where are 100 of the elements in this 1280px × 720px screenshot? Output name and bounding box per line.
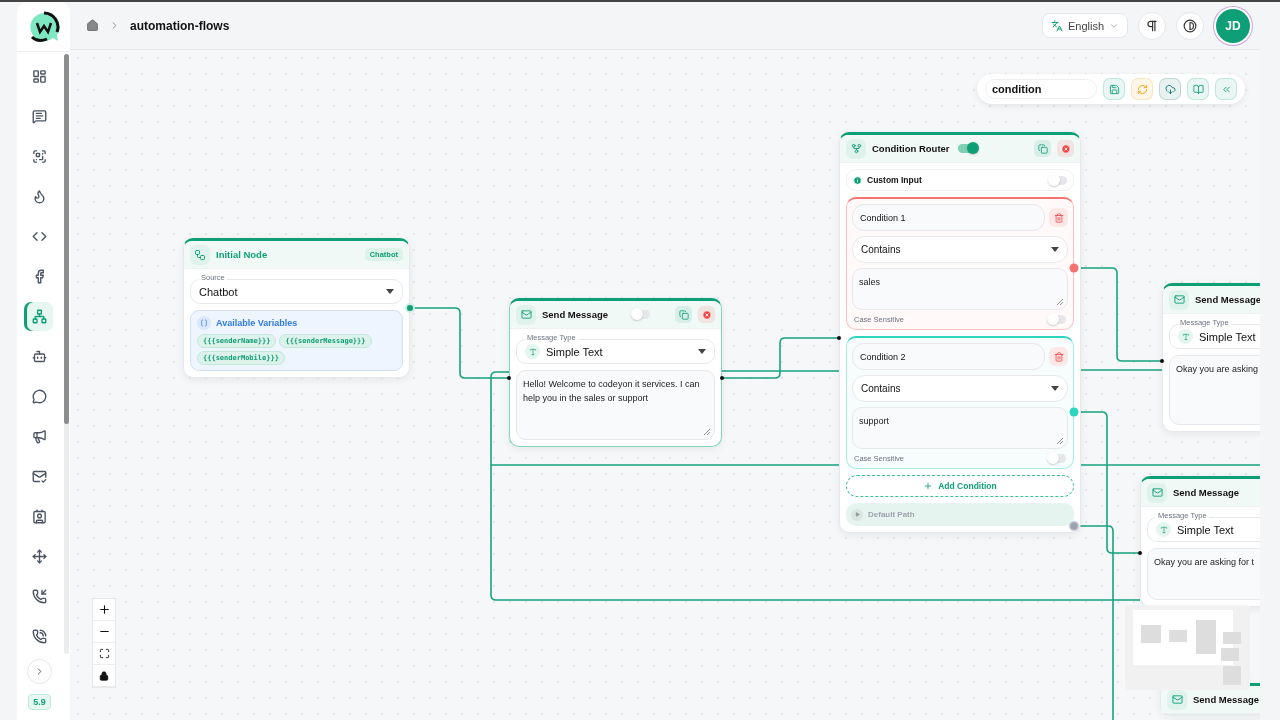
book-icon	[1192, 83, 1204, 95]
condition-value-field[interactable]: sales	[852, 268, 1068, 310]
node-title: Initial Node	[216, 249, 268, 260]
text-type-icon	[525, 344, 540, 359]
condition-handle[interactable]	[1069, 407, 1079, 417]
version-badge: 5.9	[28, 694, 51, 710]
plus-icon	[97, 603, 111, 616]
fit-view-icon	[98, 648, 110, 659]
nav-item[interactable]	[26, 302, 53, 331]
pilcrow-icon	[1145, 18, 1159, 33]
dropdown-caret-icon	[698, 349, 706, 354]
condition-name-field[interactable]: Condition 1	[852, 204, 1045, 231]
connection-handle[interactable]	[720, 376, 724, 380]
robot-icon	[32, 349, 47, 364]
default-path-label: Default Path	[868, 510, 915, 519]
close-icon	[701, 309, 712, 320]
contrast-icon	[1183, 18, 1197, 33]
save-icon	[1108, 83, 1120, 95]
copy-icon	[1037, 143, 1048, 154]
custom-input-label: Custom Input	[867, 175, 923, 185]
node-title: Send Message	[1195, 294, 1260, 305]
text-type-icon	[1156, 522, 1171, 537]
delete-button[interactable]	[1049, 208, 1068, 227]
operator-select[interactable]: Contains	[852, 236, 1068, 263]
close-icon	[1060, 143, 1071, 154]
mail-icon	[1169, 289, 1189, 310]
trash-icon	[1053, 351, 1064, 362]
dropdown-caret-icon	[1051, 386, 1059, 391]
add-condition-button[interactable]: Add Condition	[846, 475, 1074, 497]
scrollbar-thumb[interactable]	[64, 54, 69, 424]
toggle-switch[interactable]	[1049, 175, 1067, 185]
connection-handle[interactable]	[1068, 520, 1080, 532]
operator-select[interactable]: Contains	[852, 375, 1068, 402]
node-title: Send Message	[542, 309, 608, 320]
theme-button[interactable]	[1176, 11, 1204, 40]
text-direction-button[interactable]	[1138, 11, 1166, 40]
save-button[interactable]	[1103, 78, 1125, 100]
connection-handle[interactable]	[405, 303, 415, 313]
copy-button[interactable]	[675, 306, 692, 323]
move-icon	[32, 549, 47, 564]
breadcrumb-current: automation-flows	[130, 18, 230, 33]
toggle-switch[interactable]	[957, 144, 976, 153]
flow-icon	[190, 244, 210, 265]
toggle-switch[interactable]	[1048, 315, 1066, 324]
condition-value-field[interactable]: support	[852, 407, 1068, 449]
connection-handle[interactable]	[1160, 359, 1164, 363]
delete-button[interactable]	[1049, 347, 1068, 366]
trash-icon	[1053, 212, 1064, 223]
toggle-switch[interactable]	[1048, 454, 1066, 463]
cloud-download-icon	[1164, 83, 1176, 95]
resize-grip-icon	[1057, 299, 1063, 305]
phone-call-icon	[32, 629, 47, 644]
variables-title: Available Variables	[216, 318, 298, 328]
book-button[interactable]	[1187, 78, 1209, 100]
dropdown-caret-icon	[386, 289, 394, 294]
language-select[interactable]: English	[1041, 13, 1128, 38]
copy-icon	[678, 309, 689, 320]
contact-card-icon	[32, 509, 47, 524]
braces-icon	[197, 316, 211, 330]
info-icon	[853, 175, 862, 185]
copy-button[interactable]	[1034, 140, 1051, 157]
flow-name-field[interactable]: condition	[985, 79, 1097, 99]
connection-handle[interactable]	[1138, 551, 1142, 555]
mail-check-icon	[32, 469, 47, 484]
plus-icon	[923, 481, 934, 491]
text-type-icon	[1178, 329, 1193, 344]
node-title: Send Message	[1173, 487, 1239, 498]
message-textarea[interactable]: Hello! Welcome to codeyon it services. I can help you in the sales or support	[516, 370, 715, 440]
flow-tree-icon	[32, 309, 47, 324]
cloud-download-button[interactable]	[1159, 78, 1181, 100]
play-icon	[851, 508, 863, 521]
dropdown-caret-icon	[1051, 247, 1059, 252]
mail-icon	[1147, 482, 1167, 503]
connection-handle[interactable]	[837, 336, 841, 340]
qr-code-icon	[32, 149, 47, 164]
close-button[interactable]	[698, 306, 715, 323]
refresh-icon	[1136, 83, 1148, 95]
mail-icon	[516, 304, 536, 325]
lock-icon	[99, 670, 109, 681]
message-textarea[interactable]: Okay you are asking	[1169, 355, 1260, 425]
dashboard-icon	[32, 69, 47, 84]
message-textarea[interactable]: Okay you are asking for t	[1147, 548, 1260, 600]
resize-grip-icon	[1057, 438, 1063, 444]
home-icon[interactable]	[86, 19, 99, 32]
close-button[interactable]	[1057, 140, 1074, 157]
chat-icon	[32, 109, 47, 124]
condition-handle[interactable]	[1069, 263, 1079, 273]
toggle-switch[interactable]	[632, 310, 650, 319]
code-icon	[32, 229, 47, 244]
node-title: Send Message	[1193, 694, 1259, 705]
flame-icon	[32, 189, 47, 204]
resize-grip-icon	[704, 429, 710, 435]
connection-handle[interactable]	[507, 376, 511, 380]
phone-incoming-icon	[32, 589, 47, 604]
node-title: Condition Router	[872, 143, 950, 154]
mail-icon	[1167, 689, 1187, 710]
megaphone-icon	[32, 429, 47, 444]
router-icon	[846, 138, 866, 159]
chat-bubble-icon	[32, 389, 47, 404]
condition-name-field[interactable]: Condition 2	[852, 343, 1045, 370]
